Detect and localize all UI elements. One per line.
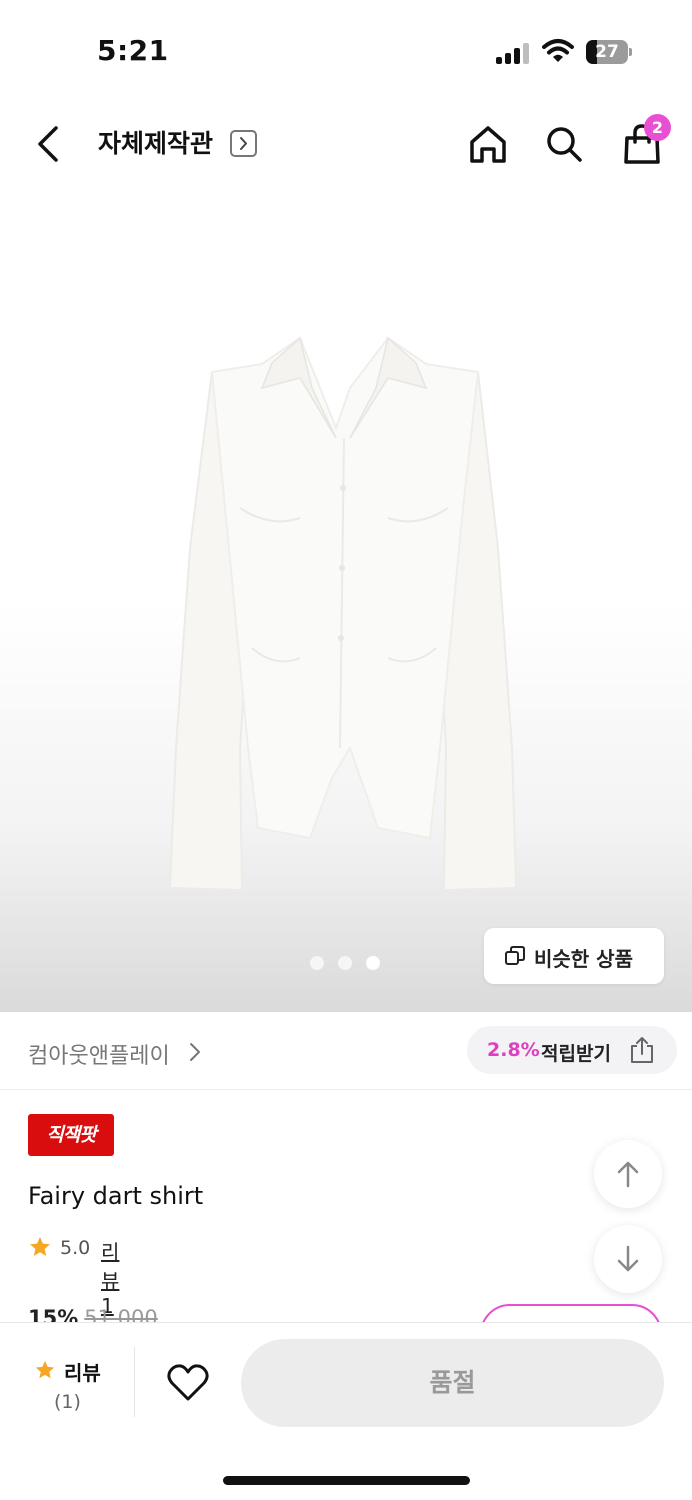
sold-out-button[interactable]: 품절 [241, 1339, 664, 1427]
scroll-down-button[interactable] [594, 1225, 662, 1293]
review-count: (1) [54, 1391, 81, 1413]
review-label: 리뷰 [64, 1361, 101, 1385]
status-bar: 5:21 27 [0, 0, 692, 100]
share-icon[interactable] [627, 1035, 657, 1065]
similar-products-label: 비슷한 상품 [534, 947, 633, 971]
gallery-dot[interactable] [338, 956, 352, 970]
app-header: 자체제작관 [0, 100, 692, 188]
wifi-icon [542, 39, 574, 62]
heart-icon[interactable] [166, 1363, 210, 1403]
points-rate: 2.8% [487, 1039, 540, 1061]
cart-count-badge: 2 [644, 114, 671, 141]
copy-icon [505, 946, 525, 965]
brand-name-link[interactable]: 컴아웃앤플레이 [28, 1038, 170, 1070]
scroll-up-button[interactable] [594, 1140, 662, 1208]
gallery-dot[interactable] [310, 956, 324, 970]
rating-value: 5.0 [60, 1237, 91, 1259]
divider [134, 1347, 135, 1417]
battery-icon: 27 [586, 40, 632, 64]
star-icon [35, 1360, 55, 1379]
arrow-down-icon [617, 1245, 639, 1272]
cellular-signal-icon [496, 42, 532, 64]
product-image-gallery[interactable]: 비슷한 상품 [0, 188, 692, 1012]
gallery-dot-active[interactable] [366, 956, 380, 970]
chevron-right-icon[interactable] [186, 1040, 204, 1064]
battery-level: 27 [595, 42, 619, 62]
chevron-right-icon[interactable] [230, 130, 257, 157]
points-reward-button[interactable]: 2.8% 적립받기 [467, 1026, 677, 1074]
similar-products-button[interactable]: 비슷한 상품 [484, 928, 664, 984]
back-arrow-icon[interactable] [28, 120, 68, 168]
star-icon [30, 1237, 50, 1256]
home-icon[interactable] [466, 120, 510, 168]
bottom-action-bar: 리뷰 (1) 품절 [0, 1322, 692, 1500]
search-icon[interactable] [542, 120, 586, 168]
status-time: 5:21 [97, 34, 169, 67]
brand-row: 컴아웃앤플레이 2.8% 적립받기 [0, 1012, 692, 1090]
product-name: Fairy dart shirt [28, 1182, 204, 1210]
promo-badge: 직잭팟 [28, 1114, 114, 1156]
arrow-up-icon [617, 1161, 639, 1188]
review-button[interactable]: 리뷰 (1) [28, 1355, 108, 1419]
points-label: 적립받기 [541, 1043, 611, 1065]
home-indicator[interactable] [223, 1476, 470, 1485]
product-shirt-image [168, 336, 518, 892]
page-title[interactable]: 자체제작관 [98, 124, 213, 160]
